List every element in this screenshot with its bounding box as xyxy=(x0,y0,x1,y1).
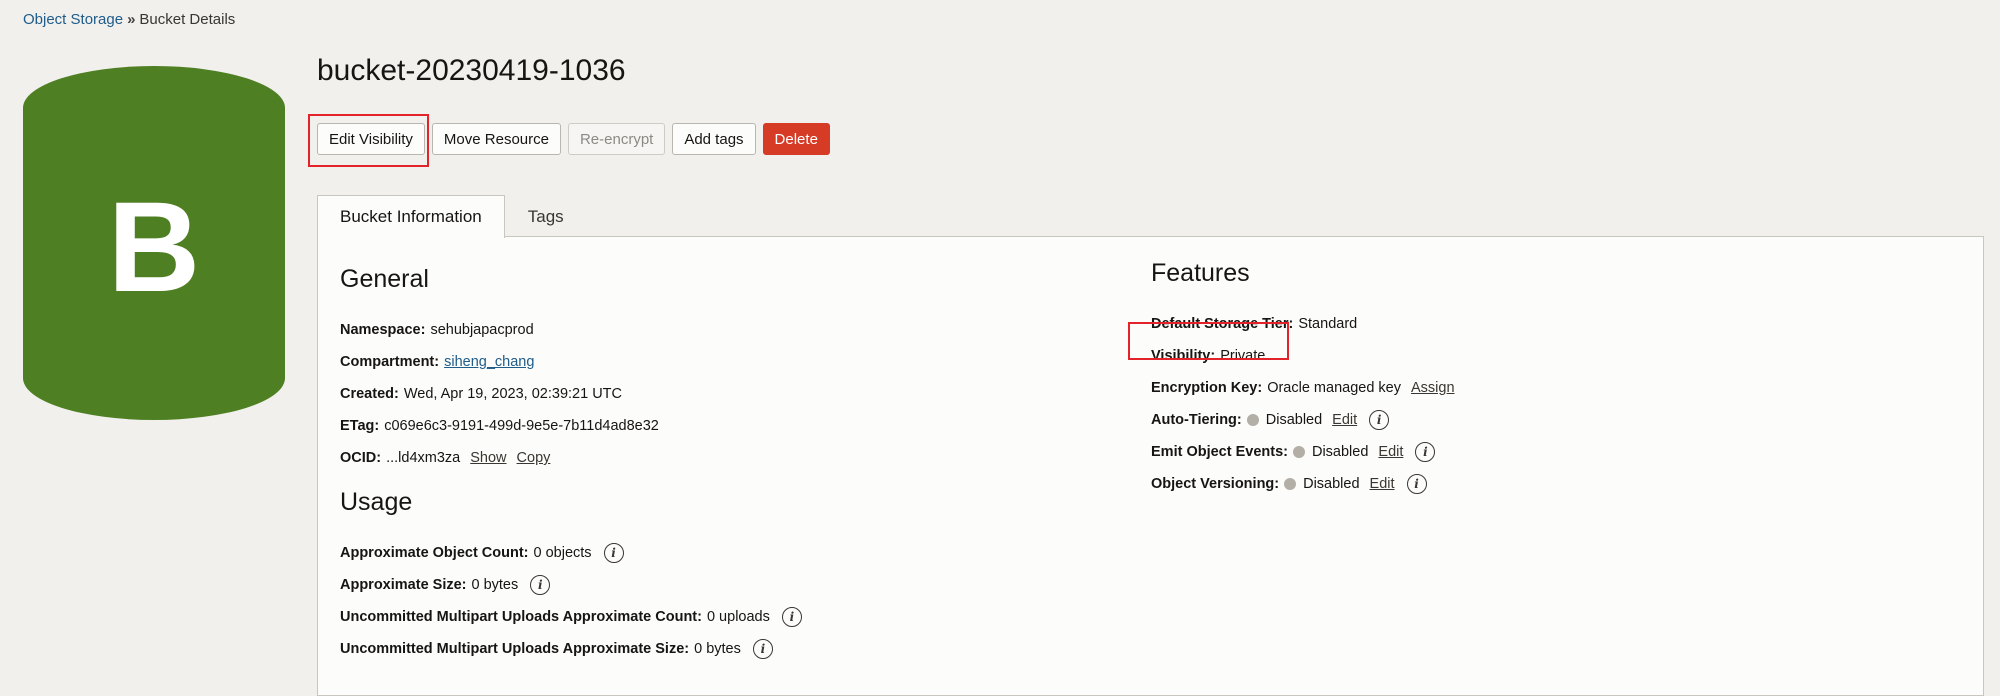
object-count-value: 0 objects xyxy=(533,545,592,561)
storage-tier-row: Default Storage Tier: Standard xyxy=(1151,308,1455,340)
tab-tags[interactable]: Tags xyxy=(505,195,587,237)
page-title: bucket-20230419-1036 xyxy=(317,54,626,87)
storage-tier-label: Default Storage Tier: xyxy=(1151,316,1294,332)
features-section: Features Default Storage Tier: Standard … xyxy=(1151,259,1455,500)
encryption-key-value: Oracle managed key xyxy=(1267,380,1401,396)
visibility-label: Visibility: xyxy=(1151,348,1216,364)
tab-bar: Bucket Information Tags xyxy=(317,195,587,238)
emit-events-edit-link[interactable]: Edit xyxy=(1378,444,1403,460)
edit-visibility-button[interactable]: Edit Visibility xyxy=(317,123,425,155)
auto-tiering-row: Auto-Tiering: Disabled Edit i xyxy=(1151,404,1455,436)
info-icon[interactable]: i xyxy=(752,639,773,659)
multipart-size-label: Uncommitted Multipart Uploads Approximat… xyxy=(340,641,690,657)
etag-value: c069e6c3-9191-499d-9e5e-7b11d4ad8e32 xyxy=(384,418,659,434)
info-icon[interactable]: i xyxy=(1415,442,1436,462)
compartment-row: Compartment: siheng_chang xyxy=(340,346,802,378)
multipart-count-row: Uncommitted Multipart Uploads Approximat… xyxy=(340,601,802,633)
tab-bucket-information[interactable]: Bucket Information xyxy=(317,195,505,238)
action-toolbar: Edit Visibility Move Resource Re-encrypt… xyxy=(317,123,837,155)
multipart-size-row: Uncommitted Multipart Uploads Approximat… xyxy=(340,633,802,665)
breadcrumb-separator: » xyxy=(127,11,136,28)
ocid-copy-link[interactable]: Copy xyxy=(517,450,551,466)
storage-tier-value: Standard xyxy=(1298,316,1358,332)
compartment-label: Compartment: xyxy=(340,354,440,370)
status-dot-icon xyxy=(1292,446,1305,458)
usage-title: Usage xyxy=(340,488,413,516)
namespace-value: sehubjapacprod xyxy=(430,322,534,338)
visibility-row: Visibility: Private xyxy=(1151,340,1455,372)
encryption-key-row: Encryption Key: Oracle managed key Assig… xyxy=(1151,372,1455,404)
info-icon[interactable]: i xyxy=(1406,474,1427,494)
versioning-label: Object Versioning: xyxy=(1151,476,1280,492)
size-row: Approximate Size: 0 bytes i xyxy=(340,569,802,601)
breadcrumb-object-storage-link[interactable]: Object Storage xyxy=(23,11,123,28)
etag-label: ETag: xyxy=(340,418,380,434)
object-count-label: Approximate Object Count: xyxy=(340,545,529,561)
size-value: 0 bytes xyxy=(471,577,519,593)
bucket-letter: B xyxy=(108,176,200,319)
auto-tiering-edit-link[interactable]: Edit xyxy=(1332,412,1357,428)
auto-tiering-value: Disabled xyxy=(1265,412,1323,428)
multipart-count-label: Uncommitted Multipart Uploads Approximat… xyxy=(340,609,702,625)
info-icon[interactable]: i xyxy=(530,575,551,595)
reencrypt-button[interactable]: Re-encrypt xyxy=(567,123,666,155)
info-icon[interactable]: i xyxy=(1369,410,1390,430)
general-title: General xyxy=(340,265,429,293)
ocid-row: OCID: ...ld4xm3za Show Copy xyxy=(340,442,802,474)
general-section: General Namespace: sehubjapacprod Compar… xyxy=(340,265,802,665)
breadcrumb: Object Storage» Bucket Details xyxy=(23,11,235,28)
created-value: Wed, Apr 19, 2023, 02:39:21 UTC xyxy=(403,386,623,402)
delete-button[interactable]: Delete xyxy=(762,123,830,155)
info-icon[interactable]: i xyxy=(603,543,624,563)
etag-row: ETag: c069e6c3-9191-499d-9e5e-7b11d4ad8e… xyxy=(340,410,802,442)
namespace-row: Namespace: sehubjapacprod xyxy=(340,314,802,346)
versioning-edit-link[interactable]: Edit xyxy=(1370,476,1395,492)
status-dot-icon xyxy=(1246,414,1259,426)
emit-events-value: Disabled xyxy=(1311,444,1369,460)
object-count-row: Approximate Object Count: 0 objects i xyxy=(340,537,802,569)
emit-events-label: Emit Object Events: xyxy=(1151,444,1288,460)
ocid-show-link[interactable]: Show xyxy=(470,450,506,466)
encryption-key-label: Encryption Key: xyxy=(1151,380,1263,396)
visibility-value: Private xyxy=(1220,348,1266,364)
breadcrumb-current: Bucket Details xyxy=(139,11,236,28)
created-row: Created: Wed, Apr 19, 2023, 02:39:21 UTC xyxy=(340,378,802,410)
multipart-size-value: 0 bytes xyxy=(694,641,741,657)
versioning-value: Disabled xyxy=(1303,476,1360,492)
compartment-link[interactable]: siheng_chang xyxy=(444,354,534,370)
auto-tiering-label: Auto-Tiering: xyxy=(1151,412,1242,428)
assign-key-link[interactable]: Assign xyxy=(1411,380,1455,396)
multipart-count-value: 0 uploads xyxy=(706,609,770,625)
bucket-icon: B xyxy=(23,66,285,420)
add-tags-button[interactable]: Add tags xyxy=(672,123,756,155)
created-label: Created: xyxy=(340,386,399,402)
ocid-value: ...ld4xm3za xyxy=(386,450,461,466)
size-label: Approximate Size: xyxy=(340,577,467,593)
features-title: Features xyxy=(1151,259,1250,287)
versioning-row: Object Versioning: Disabled Edit i xyxy=(1151,468,1455,500)
emit-events-row: Emit Object Events: Disabled Edit i xyxy=(1151,436,1455,468)
status-dot-icon xyxy=(1284,478,1297,490)
namespace-label: Namespace: xyxy=(340,322,426,338)
bucket-information-panel: General Namespace: sehubjapacprod Compar… xyxy=(317,236,1984,696)
ocid-label: OCID: xyxy=(340,450,382,466)
info-icon[interactable]: i xyxy=(781,607,802,627)
move-resource-button[interactable]: Move Resource xyxy=(431,123,561,155)
